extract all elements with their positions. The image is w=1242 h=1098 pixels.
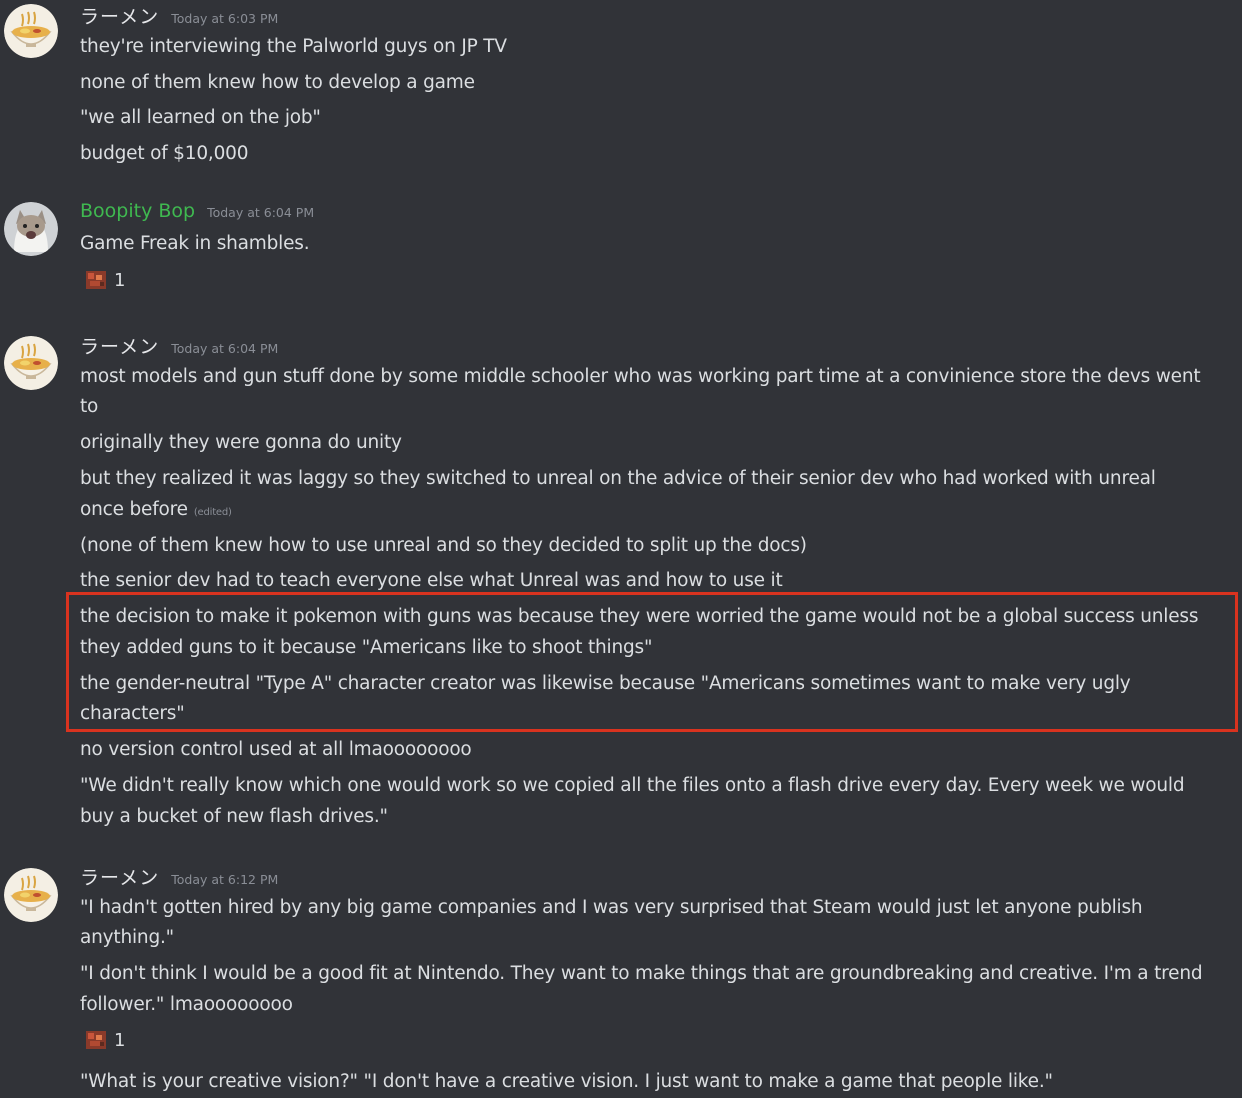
timestamp[interactable]: Today at 6:12 PM	[171, 872, 278, 887]
ramen-avatar[interactable]	[4, 336, 58, 390]
timestamp[interactable]: Today at 6:04 PM	[207, 205, 314, 220]
message-line: no version control used at all lmaoooooo…	[80, 739, 472, 760]
message-line: "I don't think I would be a good fit at …	[80, 963, 1203, 984]
message-line: follower." lmaoooooooo	[80, 994, 293, 1015]
reaction-button[interactable]: 1	[80, 1026, 129, 1054]
username[interactable]: ラーメン	[80, 2, 159, 29]
message-line: (none of them knew how to use unreal and…	[80, 535, 807, 556]
message-line: "I hadn't gotten hired by any big game c…	[80, 897, 1143, 918]
message-header: ラーメン Today at 6:03 PM	[80, 2, 278, 32]
message-line: but they realized it was laggy so they s…	[80, 468, 1156, 489]
cat-avatar[interactable]	[4, 202, 58, 256]
pixel-emoji-reaction-icon	[84, 269, 108, 291]
pixel-emoji-reaction-icon	[84, 1029, 108, 1051]
message-line: "We didn't really know which one would w…	[80, 775, 1185, 796]
username[interactable]: ラーメン	[80, 863, 159, 890]
message-line: they're interviewing the Palworld guys o…	[80, 36, 507, 57]
message-text: once before	[80, 499, 188, 520]
message-line: originally they were gonna do unity	[80, 432, 402, 453]
message-line: Game Freak in shambles.	[80, 233, 310, 254]
message-line: characters"	[80, 703, 185, 724]
reaction-count: 1	[114, 269, 126, 291]
message-header: ラーメン Today at 6:04 PM	[80, 332, 278, 362]
timestamp[interactable]: Today at 6:03 PM	[171, 11, 278, 26]
message-line: they added guns to it because "Americans…	[80, 637, 653, 658]
message-line: "What is your creative vision?" "I don't…	[80, 1071, 1053, 1092]
message-header: Boopity Bop Today at 6:04 PM	[80, 200, 314, 230]
reaction-button[interactable]: 1	[80, 266, 129, 294]
reaction-count: 1	[114, 1029, 126, 1051]
message-line: the senior dev had to teach everyone els…	[80, 570, 783, 591]
message-line: to	[80, 396, 99, 417]
message-header: ラーメン Today at 6:12 PM	[80, 863, 278, 893]
username[interactable]: Boopity Bop	[80, 200, 195, 222]
message-line: the gender-neutral "Type A" character cr…	[80, 673, 1131, 694]
message-line: none of them knew how to develop a game	[80, 72, 475, 93]
message-line: anything."	[80, 927, 174, 948]
ramen-avatar[interactable]	[4, 4, 58, 58]
ramen-avatar[interactable]	[4, 868, 58, 922]
message-line: most models and gun stuff done by some m…	[80, 366, 1201, 387]
edited-label: (edited)	[193, 507, 232, 518]
message-line: once before (edited)	[80, 494, 1230, 528]
username[interactable]: ラーメン	[80, 332, 159, 359]
message-line: budget of $10,000	[80, 143, 249, 164]
message-line: buy a bucket of new flash drives."	[80, 806, 388, 827]
message-line: the decision to make it pokemon with gun…	[80, 606, 1199, 627]
message-line: "we all learned on the job"	[80, 107, 321, 128]
timestamp[interactable]: Today at 6:04 PM	[171, 341, 278, 356]
